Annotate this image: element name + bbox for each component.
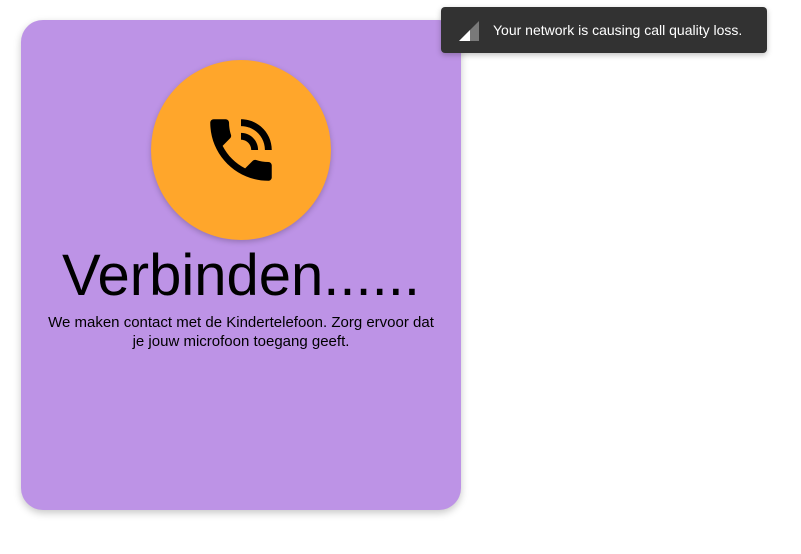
weak-signal-icon [459, 21, 479, 41]
connecting-message: We maken contact met de Kindertelefoon. … [48, 314, 434, 350]
toast-message: Your network is causing call quality los… [493, 22, 743, 38]
network-warning-toast: Your network is causing call quality los… [441, 7, 767, 53]
phone-in-talk-icon [200, 109, 282, 191]
connecting-title: Verbinden...... [62, 243, 420, 308]
call-avatar [151, 60, 331, 240]
app-screen: Verbinden...... We maken contact met de … [0, 0, 801, 554]
call-card: Verbinden...... We maken contact met de … [21, 20, 461, 510]
